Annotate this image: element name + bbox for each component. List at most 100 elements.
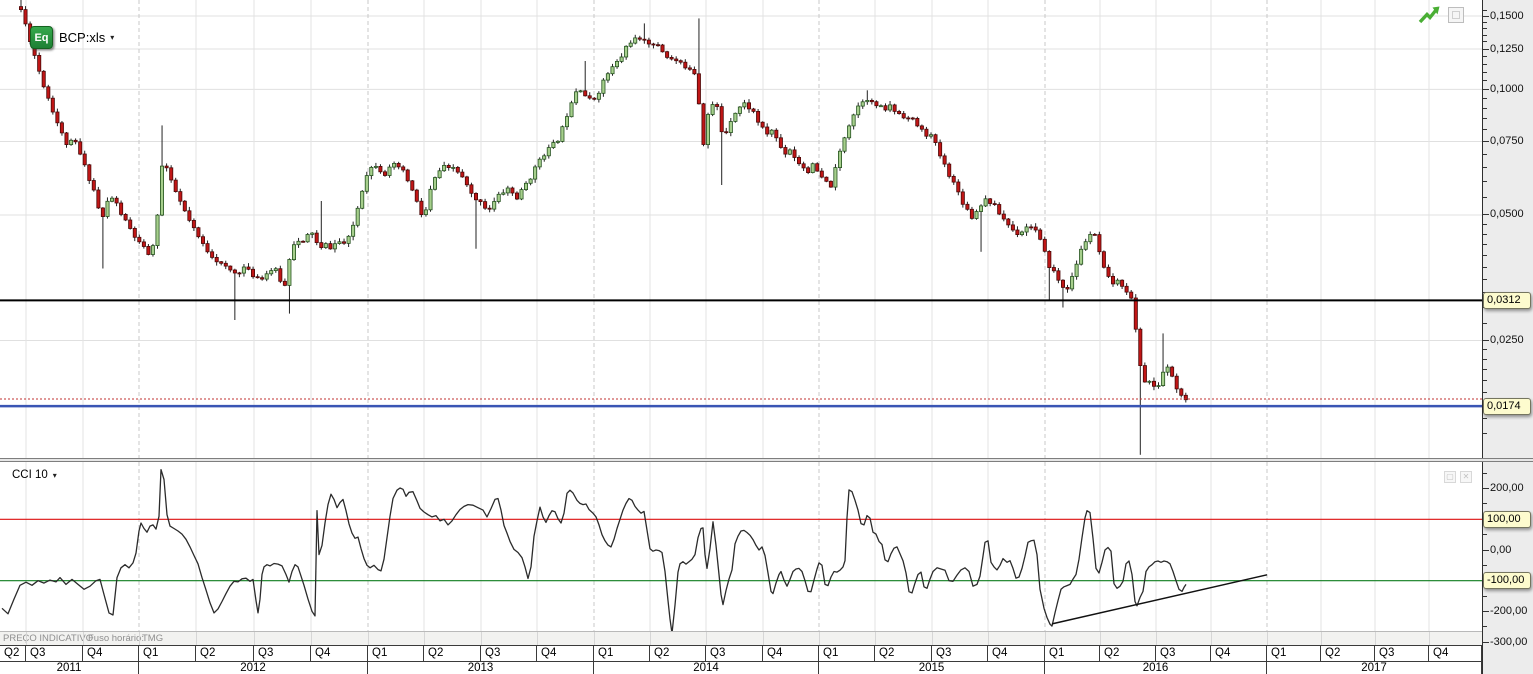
axis-tick: [1483, 80, 1487, 82]
cci-layer: [0, 468, 1482, 631]
quarter-cell: Q1: [1267, 646, 1321, 661]
axis-tick: [1483, 610, 1489, 612]
chevron-down-icon[interactable]: ▾: [110, 33, 114, 42]
strip-separator: [424, 632, 425, 646]
indicator-label[interactable]: CCI 10: [12, 469, 48, 481]
axis-tick: [1483, 380, 1487, 382]
strip-separator: [196, 632, 197, 646]
axis-tick: [1483, 55, 1487, 57]
settings-glyph: [1452, 11, 1460, 19]
axis-tick: [1483, 108, 1487, 109]
axis-tick: [1483, 223, 1487, 225]
quarter-cell: Q4: [1211, 646, 1267, 661]
quarter-cell: Q3: [1156, 646, 1211, 661]
axis-tick: [1483, 534, 1487, 536]
quarter-cell: Q3: [706, 646, 763, 661]
axis-tick: [1483, 279, 1487, 281]
symbol-selector[interactable]: Eq BCP:xls ▾: [30, 26, 114, 49]
axis-tick: [1483, 503, 1487, 505]
strip-separator: [932, 632, 933, 646]
cci-level-badge-neg100: -100,00: [1483, 572, 1531, 590]
indicator-restore-icon[interactable]: ▢: [1444, 471, 1456, 483]
year-row: 2011 2012 2013 2014 2015 2016 2017: [0, 661, 1482, 674]
quarter-cell: Q3: [1375, 646, 1429, 661]
axis-tick: [1483, 153, 1487, 155]
indicator-selector[interactable]: CCI 10 ▾: [12, 469, 57, 481]
quarter-cell: Q2: [1100, 646, 1156, 661]
strip-separator: [988, 632, 989, 646]
indicator-axis[interactable]: 200,00 0,00 -200,00 -300,00: [1482, 462, 1533, 674]
price-axis-label: 0,0500: [1490, 208, 1524, 221]
strip-separator: [594, 632, 595, 646]
quarter-cell: Q4: [763, 646, 819, 661]
timezone-value: TMG: [142, 633, 164, 644]
axis-tick: [1483, 243, 1487, 245]
indicator-close-icon[interactable]: ✕: [1460, 471, 1472, 483]
quarter-cell: Q4: [1429, 646, 1482, 661]
axis-tick: [1483, 166, 1487, 168]
year-cell: 2015: [819, 662, 1045, 674]
quarter-cell: Q4: [83, 646, 139, 661]
price-level-badge-0174: 0,0174: [1483, 397, 1531, 415]
strip-separator: [1375, 632, 1376, 646]
axis-tick: [1483, 266, 1487, 268]
axis-tick: [1483, 432, 1487, 434]
axis-tick: [1483, 63, 1487, 65]
panel-splitter[interactable]: [0, 458, 1533, 462]
axis-tick: [1483, 322, 1487, 324]
quarter-cell: Q3: [481, 646, 537, 661]
strip-separator: [537, 632, 538, 646]
axis-tick: [1483, 626, 1487, 628]
cci-axis-label: -300,00: [1490, 635, 1528, 648]
strip-separator: [1045, 632, 1046, 646]
equity-badge-icon: Eq: [30, 26, 53, 49]
axis-tick: [1483, 339, 1489, 341]
axis-tick: [1483, 641, 1489, 643]
quarter-cell: Q2: [0, 646, 26, 661]
quarter-row: Q2 Q3 Q4 Q1 Q2 Q3 Q4 Q1 Q2 Q3 Q4 Q1 Q2 Q3 Q4 Q1 Q2 Q3 Q4 Q1…: [0, 645, 1482, 661]
time-axis[interactable]: PREÇO INDICATIVO Fuso horário: TMG Q2 Q3 Q…: [0, 631, 1482, 674]
chart-settings-button[interactable]: [1448, 7, 1464, 23]
axis-tick: [1483, 418, 1487, 419]
strip-separator: [311, 632, 312, 646]
strip-separator: [819, 632, 820, 646]
status-strip: PREÇO INDICATIVO Fuso horário: TMG: [0, 631, 1482, 646]
axis-tick: [1483, 197, 1487, 199]
axis-tick: [1483, 181, 1487, 183]
strip-separator: [139, 632, 140, 646]
chart-canvas[interactable]: [0, 0, 1482, 674]
candles-layer: [18, 0, 1188, 455]
price-axis[interactable]: 0,1500 0,1250 0,1000 0,0750 0,0500 0,0250: [1482, 0, 1533, 458]
symbol-label[interactable]: BCP:xls: [59, 30, 105, 45]
strip-separator: [368, 632, 369, 646]
axis-tick: [1483, 15, 1489, 17]
axis-tick: [1483, 71, 1487, 73]
quarter-cell: Q2: [875, 646, 932, 661]
axis-tick: [1483, 141, 1489, 143]
cci-axis-label: 200,00: [1490, 482, 1524, 495]
axis-tick: [1483, 369, 1487, 371]
cci-level-badge-100: 100,00: [1483, 510, 1531, 528]
chevron-down-icon[interactable]: ▾: [53, 471, 57, 480]
strip-separator: [763, 632, 764, 646]
streaming-arrow-icon[interactable]: [1418, 5, 1441, 25]
axis-tick: [1483, 98, 1487, 100]
quarter-cell: Q2: [424, 646, 481, 661]
quarter-cell: Q4: [537, 646, 594, 661]
axis-tick: [1483, 472, 1487, 474]
strip-separator: [706, 632, 707, 646]
quarter-cell: Q2: [1321, 646, 1375, 661]
axis-tick: [1483, 48, 1489, 50]
axis-tick: [1483, 118, 1487, 120]
axis-tick: [1483, 27, 1487, 29]
axis-tick: [1483, 9, 1487, 11]
quarter-cell: Q3: [254, 646, 311, 661]
quarter-cell: Q4: [311, 646, 368, 661]
strip-separator: [254, 632, 255, 646]
strip-separator: [26, 632, 27, 646]
quarter-cell: Q2: [650, 646, 706, 661]
axis-tick: [1483, 564, 1487, 566]
quarter-cell: Q4: [988, 646, 1045, 661]
year-cell: 2012: [139, 662, 368, 674]
price-level-badge-0312: 0,0312: [1483, 291, 1531, 309]
